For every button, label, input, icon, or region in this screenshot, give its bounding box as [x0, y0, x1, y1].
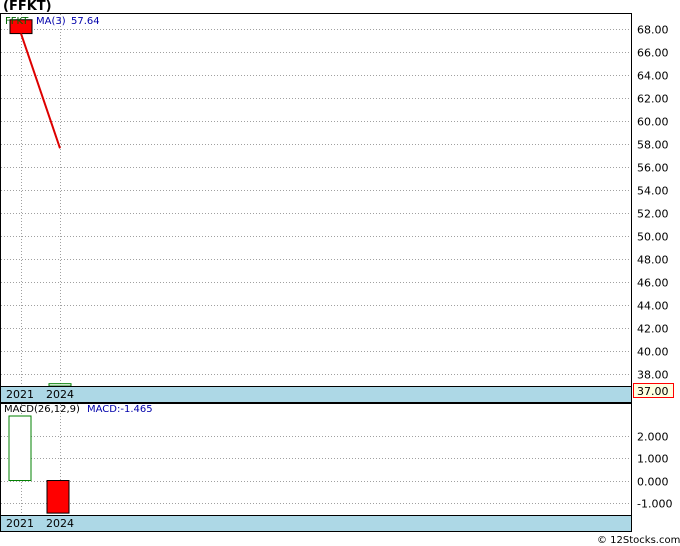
legend-ma-value: 57.64	[71, 16, 100, 27]
macd-x-axis-band	[0, 515, 632, 532]
price-y-tick-label: 40.00	[637, 346, 669, 359]
price-y-tick-label: 44.00	[637, 300, 669, 313]
legend-ma-label: MA(3)	[36, 16, 66, 27]
stock-chart: 68.00 66.00 64.00 62.00 60.00 58.00 56.00 54.00…	[0, 13, 680, 546]
macd-x-label-2021: 2021	[6, 517, 34, 530]
legend-symbol: FFKT	[5, 16, 29, 27]
macd-panel-frame	[0, 403, 632, 532]
price-y-tick-label: 38.00	[637, 369, 669, 382]
macd-legend-params: MACD(26,12,9)	[4, 404, 80, 415]
macd-legend-value: MACD:-1.465	[87, 404, 153, 415]
price-x-label-2021: 2021	[6, 388, 34, 401]
price-y-tick-label: 64.00	[637, 70, 669, 83]
price-y-tick-label: 48.00	[637, 254, 669, 267]
price-y-tick-label: 62.00	[637, 93, 669, 106]
macd-y-axis: 2.000 1.000 0.000 -1.000	[637, 431, 672, 511]
last-price-label: 37.00	[637, 385, 669, 398]
price-y-tick-label: 50.00	[637, 231, 669, 244]
price-y-tick-label: 66.00	[637, 47, 669, 60]
macd-y-tick-label: -1.000	[637, 498, 672, 511]
macd-bar-2021	[8, 415, 32, 482]
macd-bar-2024	[46, 480, 70, 514]
price-y-tick-label: 46.00	[637, 277, 669, 290]
macd-y-tick-label: 2.000	[637, 431, 669, 444]
candle-2024	[48, 383, 72, 387]
price-x-axis-band	[0, 386, 632, 403]
macd-y-tick-label: 0.000	[637, 476, 669, 489]
price-y-tick-label: 58.00	[637, 139, 669, 152]
price-panel-frame	[0, 13, 632, 403]
price-y-tick-label: 54.00	[637, 185, 669, 198]
price-y-axis: 68.00 66.00 64.00 62.00 60.00 58.00 56.00 54.00…	[637, 24, 669, 382]
price-y-tick-label: 68.00	[637, 24, 669, 37]
macd-y-tick-label: 1.000	[637, 453, 669, 466]
price-y-tick-label: 60.00	[637, 116, 669, 129]
macd-x-label-2024: 2024	[46, 517, 74, 530]
price-y-tick-label: 56.00	[637, 162, 669, 175]
price-y-tick-label: 52.00	[637, 208, 669, 221]
price-y-tick-label: 42.00	[637, 323, 669, 336]
price-x-label-2024: 2024	[46, 388, 74, 401]
watermark: © 12Stocks.com	[597, 535, 680, 546]
